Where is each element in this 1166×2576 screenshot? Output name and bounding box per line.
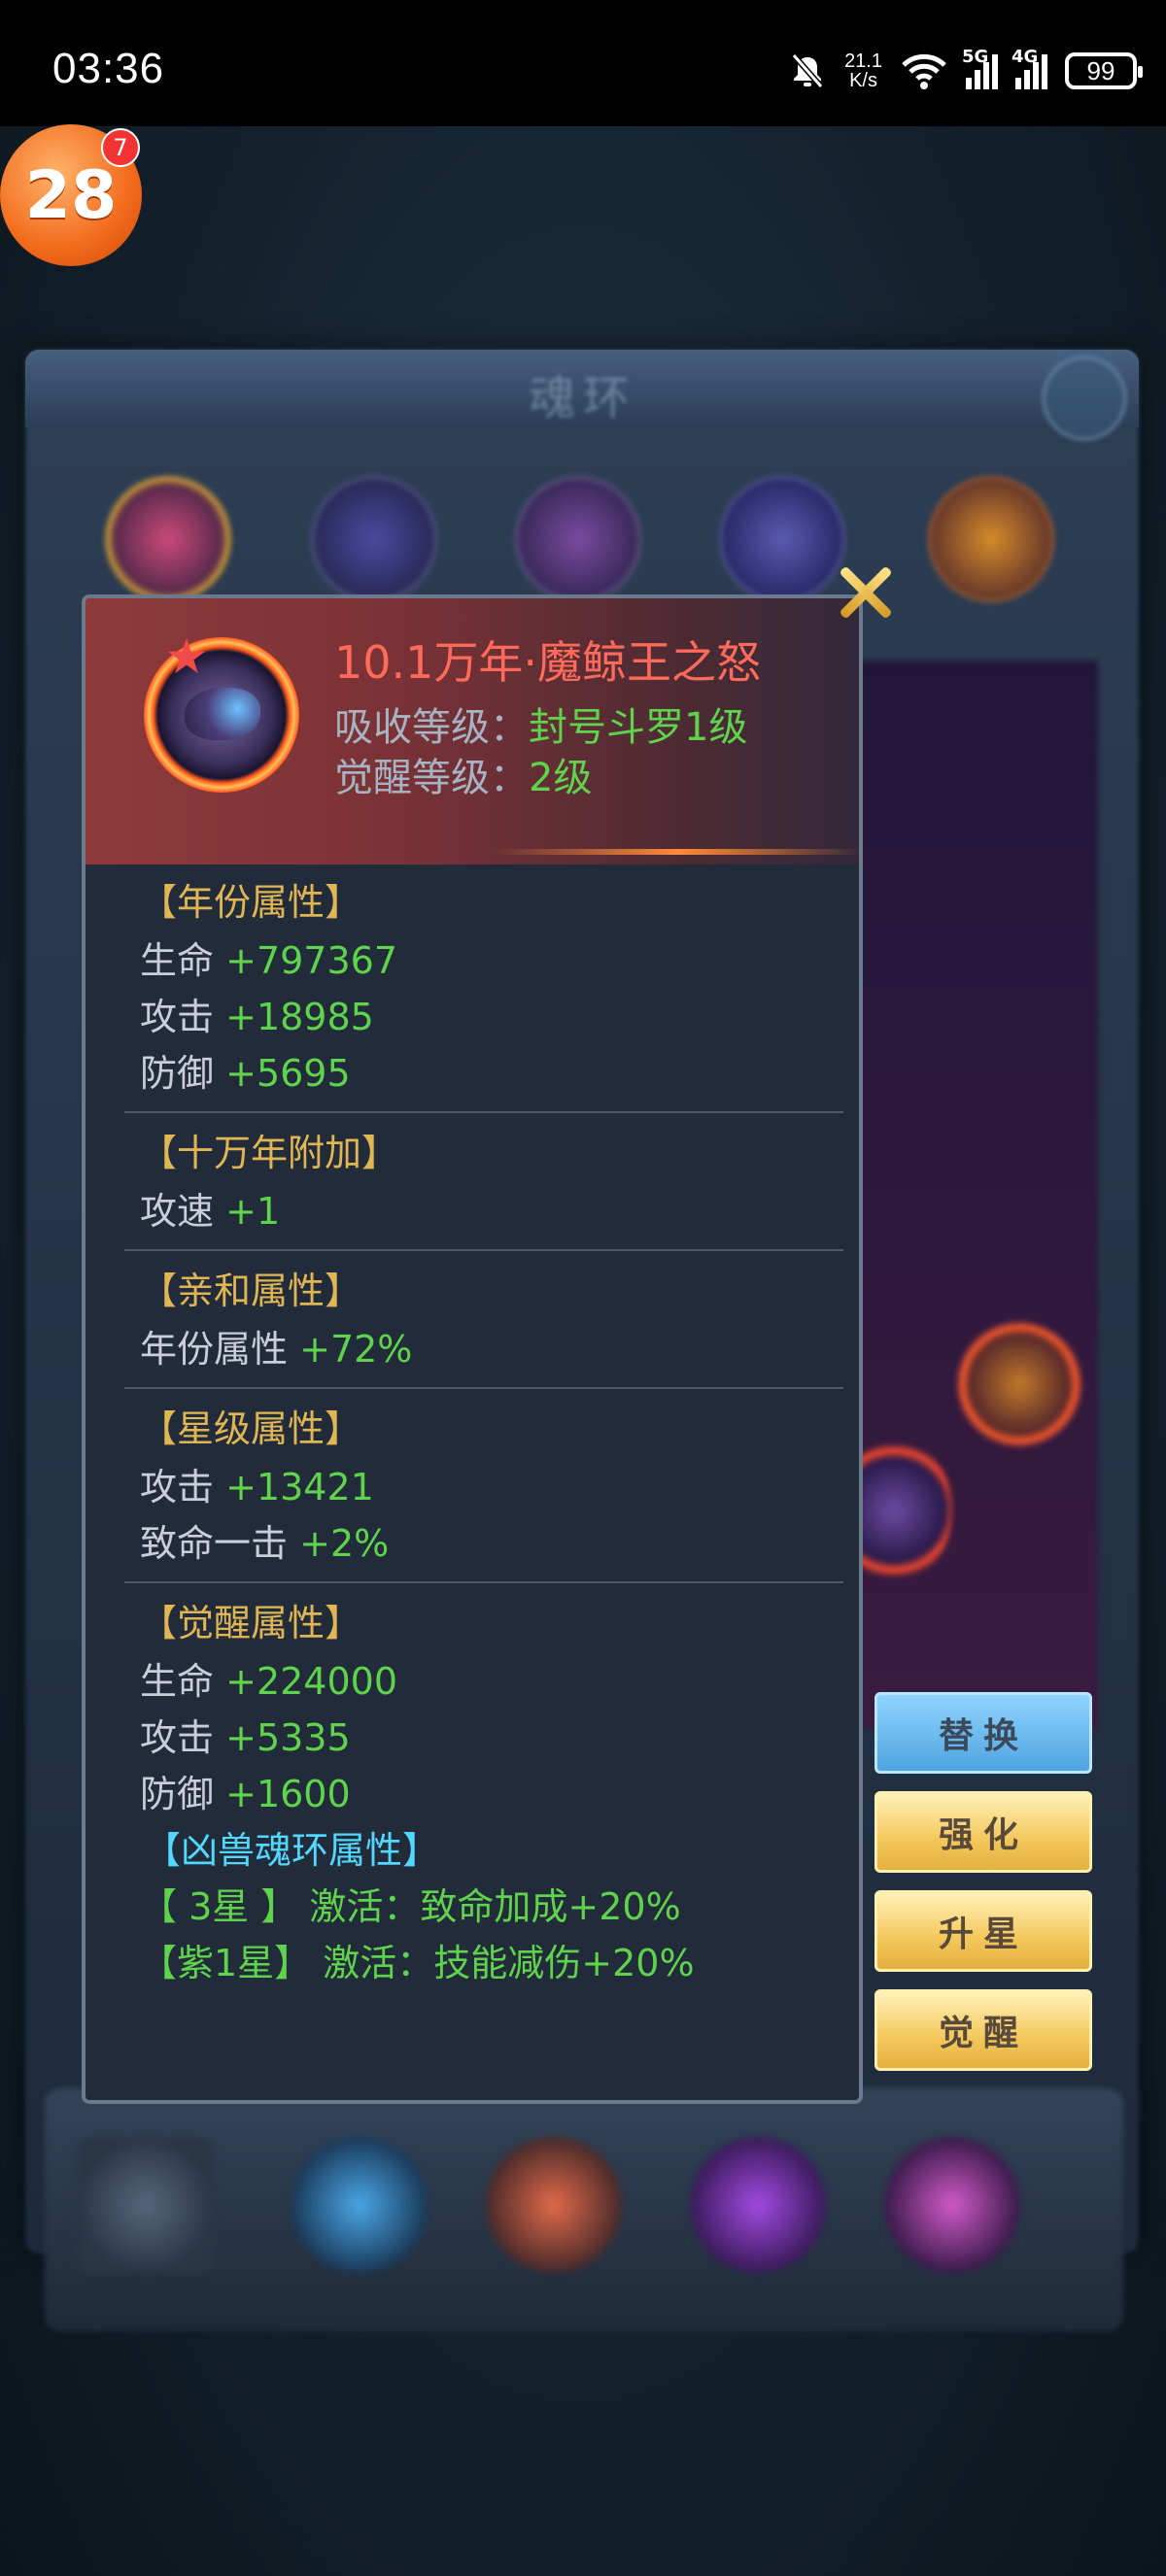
stat-value: +5335 [225,1716,351,1759]
section-title: 【十万年附加】 [140,1132,399,1174]
section-title: 【星级属性】 [140,1407,362,1450]
panel-title: 魂环 [528,371,637,425]
header-glow-line [494,849,859,855]
status-icons: 21.1 K/s 5G 4G 99 [788,47,1143,95]
awaken-attributes-section: 【觉醒属性】 生命 +224000 攻击 +5335 防御 +1600 [86,1593,859,1822]
wifi-icon [902,53,946,89]
stat-label: 致命一击 [140,1522,289,1565]
signal-4g-label: 4G [1012,47,1039,67]
hundred-thousand-bonus-section: 【十万年附加】 攻速 +1 [86,1123,859,1239]
ring-slot-4[interactable] [719,476,845,602]
stat-value: +13421 [225,1466,374,1508]
stat-row: 致命一击 +2% [140,1515,859,1572]
ring-slot-5[interactable] [928,476,1054,602]
replace-button[interactable]: 替换 [874,1692,1092,1774]
stat-row: 生命 +797367 [140,932,859,989]
network-speed-unit: K/s [849,70,877,91]
stat-value: +5695 [225,1052,351,1095]
battery-icon: 99 [1065,52,1143,89]
affinity-section: 【亲和属性】 年份属性 +72% [86,1261,859,1377]
soul-ring-detail-popup: ★ 10.1万年·魔鲸王之怒 吸收等级：封号斗罗1级 觉醒等级：2级 【年份属性… [82,594,863,2104]
close-icon[interactable] [834,561,896,624]
stat-label: 攻击 [140,1716,215,1759]
mute-notification-icon [791,53,824,88]
stat-label: 攻速 [140,1190,215,1233]
stat-value: +1 [225,1190,281,1233]
stat-label: 攻击 [140,1466,215,1508]
popup-header: ★ 10.1万年·魔鲸王之怒 吸收等级：封号斗罗1级 觉醒等级：2级 [86,598,859,864]
stat-row: 防御 +5695 [140,1045,859,1102]
divider [124,1111,843,1113]
stat-label: 攻击 [140,996,215,1038]
back-button[interactable] [78,2137,214,2273]
status-bar: 03:36 21.1 K/s 5G 4G 99 [0,0,1166,126]
year-attributes-section: 【年份属性】 生命 +797367 攻击 +18985 防御 +5695 [86,868,859,1102]
stat-row: 生命 +224000 [140,1653,859,1710]
stat-value: +224000 [225,1660,398,1703]
stat-row: 攻击 +18985 [140,989,859,1045]
stat-row: 攻击 +5335 [140,1710,859,1766]
stat-label: 防御 [140,1052,215,1095]
stat-row: 防御 +1600 [140,1766,859,1822]
menu-icon-2[interactable] [486,2137,622,2273]
awaken-value: 2级 [529,756,593,800]
section-title: 【年份属性】 [140,881,362,924]
stat-label: 生命 [140,939,215,982]
awaken-label: 觉醒等级： [334,756,529,800]
awaken-button[interactable]: 觉醒 [874,1989,1092,2071]
beast-line: 【 3星 】 激活：致命加成+20% [140,1885,681,1928]
absorb-label: 吸收等级： [334,705,529,750]
stat-value: +18985 [225,996,374,1038]
ring-slot-3[interactable] [515,476,641,602]
star-up-button[interactable]: 升星 [874,1890,1092,1972]
stat-row: 攻速 +1 [140,1183,859,1239]
stat-label: 生命 [140,1660,215,1703]
panel-close-button[interactable] [1042,356,1127,441]
network-speed-value: 21.1 [844,51,882,72]
stat-row: 年份属性 +72% [140,1321,859,1377]
stat-value: +72% [299,1328,413,1371]
section-title: 【觉醒属性】 [140,1602,362,1644]
signal-5g-icon: 5G [962,47,998,89]
menu-icon-1[interactable] [292,2137,428,2273]
absorb-level: 吸收等级：封号斗罗1级 [334,695,747,752]
stat-value: +2% [299,1522,390,1565]
stat-value: +1600 [225,1773,351,1815]
section-title: 【凶兽魂环属性】 [144,1829,440,1872]
notification-count-badge: 7 [101,128,140,167]
signal-5g-label: 5G [962,47,989,67]
stat-label: 年份属性 [140,1328,289,1371]
network-speed: 21.1 K/s [844,51,882,90]
divider [124,1581,843,1583]
star-icon: ★ [164,628,209,685]
ring-name: 10.1万年·魔鲸王之怒 [334,636,762,689]
app-badge-label: 28 [24,156,118,234]
beast-line: 【紫1星】 激活：技能减伤+20% [140,1942,695,1984]
divider [124,1249,843,1251]
divider [124,1387,843,1389]
battery-level: 99 [1086,55,1115,85]
ring-slot-1[interactable] [105,476,231,602]
clock: 03:36 [52,45,165,92]
awaken-level: 觉醒等级：2级 [334,746,592,802]
stat-row: 攻击 +13421 [140,1459,859,1515]
ring-slot-2[interactable] [311,476,437,602]
section-title: 【亲和属性】 [140,1270,362,1312]
stat-value: +797367 [225,939,398,982]
stat-label: 防御 [140,1773,215,1815]
enhance-button[interactable]: 强化 [874,1791,1092,1873]
beast-ring-section: 【凶兽魂环属性】 【 3星 】 激活：致命加成+20% 【紫1星】 激活：技能减… [86,1822,859,1991]
menu-icon-4[interactable] [884,2137,1020,2273]
preview-ring-1 [956,1321,1082,1447]
popup-body: 【年份属性】 生命 +797367 攻击 +18985 防御 +5695 【十万… [86,868,859,1991]
signal-4g-icon: 4G [1012,47,1047,89]
star-attributes-section: 【星级属性】 攻击 +13421 致命一击 +2% [86,1399,859,1572]
absorb-value: 封号斗罗1级 [529,705,748,750]
menu-icon-3[interactable] [690,2137,826,2273]
